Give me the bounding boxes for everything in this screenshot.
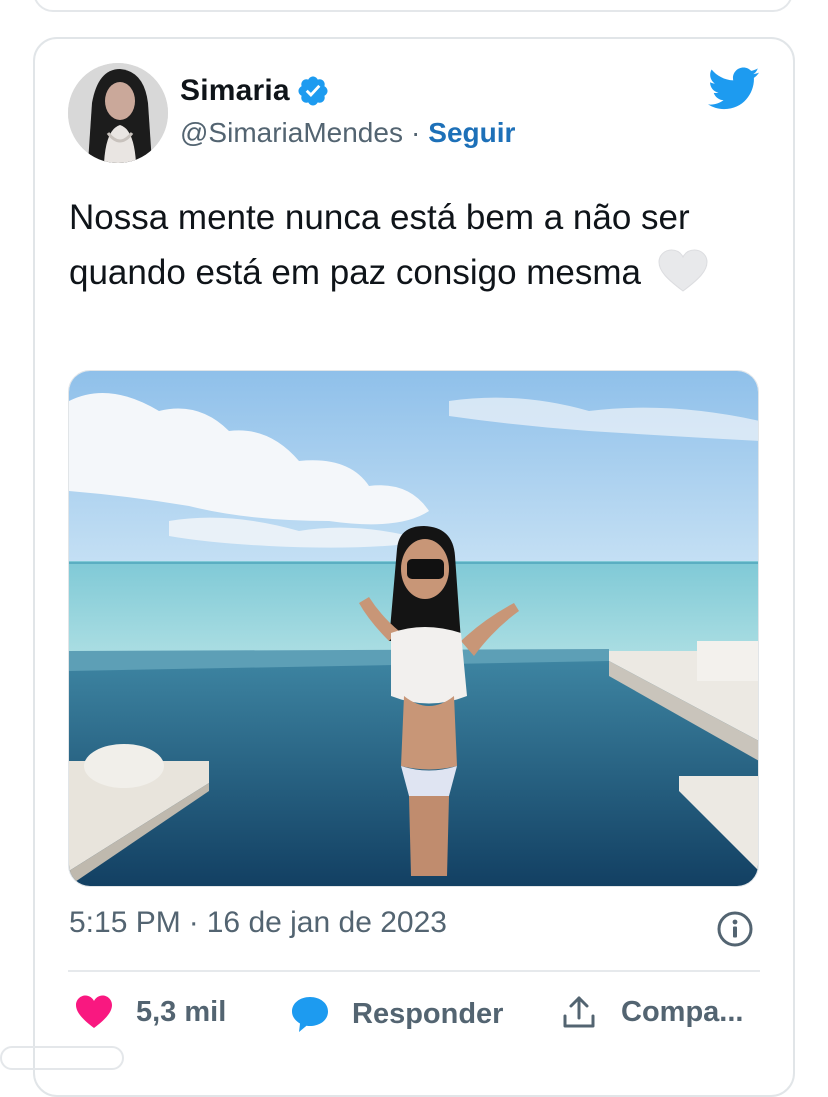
- reply-button[interactable]: Responder: [290, 994, 503, 1034]
- tweet-time: 5:15 PM: [69, 906, 181, 939]
- author-handle[interactable]: @SimariaMendes: [180, 117, 403, 149]
- tweet-timestamp[interactable]: 5:15 PM · 16 de jan de 2023: [69, 906, 447, 940]
- info-icon[interactable]: [716, 910, 754, 948]
- previous-tweet-card-edge: [33, 0, 793, 12]
- tweet-media-photo[interactable]: [68, 370, 759, 887]
- timestamp-separator: ·: [188, 906, 199, 939]
- separator-dot: ·: [410, 117, 421, 148]
- divider: [68, 970, 760, 972]
- beach-pool-photo: [69, 371, 758, 886]
- white-heart-emoji-icon: [657, 249, 709, 293]
- tweet-text: Nossa mente nunca está bem a não ser qua…: [69, 190, 769, 300]
- reply-label: Responder: [352, 997, 504, 1030]
- avatar[interactable]: [68, 63, 168, 163]
- tweet-text-content: Nossa mente nunca está bem a não ser qua…: [69, 198, 690, 292]
- next-card-edge: [0, 1046, 124, 1070]
- handle-row: @SimariaMendes · Seguir: [180, 117, 515, 149]
- verified-badge-icon: [296, 74, 330, 108]
- author-name-row[interactable]: Simaria: [180, 74, 330, 108]
- tweet-date: 16 de jan de 2023: [206, 906, 447, 939]
- follow-button[interactable]: Seguir: [428, 117, 515, 149]
- twitter-bird-icon[interactable]: [708, 67, 760, 111]
- like-button[interactable]: 5,3 mil: [74, 994, 226, 1030]
- heart-icon: [76, 995, 112, 1028]
- share-upload-icon: [563, 996, 595, 1028]
- share-label: Compa...: [621, 995, 744, 1028]
- share-button[interactable]: Compa...: [561, 994, 743, 1030]
- display-name[interactable]: Simaria: [180, 74, 290, 108]
- like-count: 5,3 mil: [136, 995, 227, 1028]
- avatar-photo: [68, 63, 168, 163]
- speech-bubble-icon: [292, 997, 328, 1032]
